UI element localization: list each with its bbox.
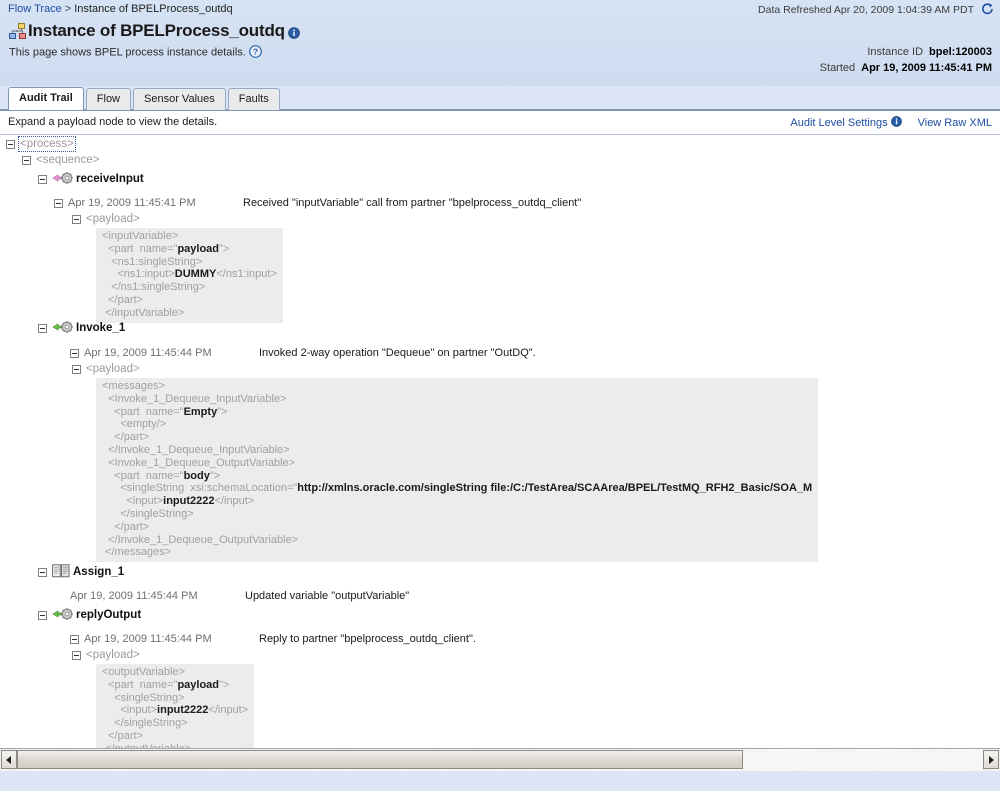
toolbar-hint: Expand a payload node to view the detail… — [8, 116, 218, 128]
tree-node-activity-replyoutput[interactable]: replyOutput — [38, 608, 141, 622]
svg-text:?: ? — [253, 47, 258, 57]
arrow-right-icon — [989, 755, 994, 764]
tree-node-event-assign-1: Apr 19, 2009 11:45:44 PM Updated variable… — [70, 590, 409, 602]
tree-node-event-replyoutput[interactable]: Apr 19, 2009 11:45:44 PM Reply to partner… — [70, 633, 476, 645]
tree-node-activity-assign-1[interactable]: Assign_1 — [38, 564, 125, 579]
tree-node-sequence[interactable]: <sequence> — [22, 154, 99, 166]
tab-audit-trail[interactable]: Audit Trail — [8, 87, 84, 110]
audit-level-settings-link[interactable]: Audit Level Settings — [790, 117, 887, 129]
page-subtitle: This page shows BPEL process instance de… — [9, 45, 262, 59]
tree-node-payload-receiveinput[interactable]: <payload> — [72, 213, 140, 225]
arrow-left-icon — [6, 755, 11, 764]
payload-tag-label: <payload> — [86, 363, 140, 376]
footer-strip — [0, 771, 1000, 791]
activity-label: Invoke_1 — [76, 322, 126, 334]
collapse-toggle-icon[interactable] — [22, 155, 31, 165]
collapse-toggle-icon[interactable] — [72, 364, 81, 374]
payload-xml-text: <outputVariable> <part name="payload"> <… — [102, 666, 249, 748]
breadcrumb-separator: > — [64, 3, 72, 15]
collapse-toggle-icon[interactable] — [38, 323, 47, 333]
info-icon[interactable] — [890, 116, 902, 127]
tree-node-payload-replyoutput[interactable]: <payload> — [72, 649, 140, 661]
refresh-icon[interactable] — [980, 2, 994, 16]
collapse-toggle-icon[interactable] — [70, 348, 79, 358]
collapse-toggle-icon[interactable] — [72, 214, 81, 224]
assign-activity-icon — [52, 564, 70, 578]
collapse-toggle-icon[interactable] — [38, 610, 47, 620]
tree-node-process[interactable]: <process> — [6, 136, 76, 153]
payload-xml-text: <inputVariable> <part name="payload"> <n… — [102, 230, 277, 319]
tab-bar: Audit Trail Flow Sensor Values Faults — [0, 86, 1000, 110]
page-subtitle-text: This page shows BPEL process instance de… — [9, 46, 246, 59]
payload-content-receiveinput: <inputVariable> <part name="payload"> <n… — [96, 227, 283, 323]
view-raw-xml-link[interactable]: View Raw XML — [918, 117, 992, 129]
payload-xml: <inputVariable> <part name="payload"> <n… — [96, 228, 283, 323]
scroll-left-button[interactable] — [1, 750, 17, 769]
scroll-right-button[interactable] — [983, 750, 999, 769]
activity-label: receiveInput — [76, 173, 144, 185]
collapse-toggle-icon[interactable] — [38, 567, 47, 577]
toolbar-links: Audit Level Settings View Raw XML — [790, 116, 992, 129]
help-icon[interactable]: ? — [248, 45, 262, 58]
payload-content-replyoutput: <outputVariable> <part name="payload"> <… — [96, 663, 255, 748]
event-message: Received "inputVariable" call from partn… — [243, 197, 582, 210]
tree-node-event-receiveinput[interactable]: Apr 19, 2009 11:45:41 PM Received "inputV… — [54, 197, 581, 209]
payload-content-invoke-1: <messages> <Invoke_1_Dequeue_InputVariab… — [96, 377, 1000, 563]
event-timestamp: Apr 19, 2009 11:45:44 PM — [84, 347, 212, 360]
tree-node-payload-invoke-1[interactable]: <payload> — [72, 363, 140, 375]
invoke-activity-icon — [52, 320, 74, 334]
instance-id-value: bpel:120003 — [929, 46, 992, 58]
content-panel: Expand a payload node to view the detail… — [0, 110, 1000, 771]
tree-node-activity-invoke-1[interactable]: Invoke_1 — [38, 321, 125, 335]
page-title: Instance of BPELProcess_outdq — [28, 21, 285, 40]
activity-label: Assign_1 — [73, 566, 125, 578]
payload-xml: <outputVariable> <part name="payload"> <… — [96, 664, 255, 748]
event-message: Reply to partner "bpelprocess_outdq_clie… — [259, 633, 476, 646]
page-header: Flow Trace > Instance of BPELProcess_outdq… — [0, 0, 1000, 86]
info-icon[interactable] — [288, 27, 300, 39]
payload-tag-label: <payload> — [86, 213, 140, 226]
tab-list: Audit Trail Flow Sensor Values Faults — [8, 87, 280, 110]
payload-xml-text: <messages> <Invoke_1_Dequeue_InputVariab… — [102, 380, 813, 559]
instance-meta: Instance ID bpel:120003 Started Apr 19, 20… — [820, 44, 992, 76]
started-row: Started Apr 19, 2009 11:45:41 PM — [820, 60, 992, 76]
page-root: Flow Trace > Instance of BPELProcess_outdq… — [0, 0, 1000, 791]
instance-id-row: Instance ID bpel:120003 — [820, 44, 992, 60]
tab-sensor-values[interactable]: Sensor Values — [133, 88, 226, 110]
horizontal-scrollbar[interactable] — [0, 748, 1000, 771]
collapse-toggle-icon[interactable] — [70, 634, 79, 644]
collapse-toggle-icon[interactable] — [6, 139, 15, 149]
process-tag-label: <process> — [18, 136, 76, 153]
tree-node-activity-receiveinput[interactable]: receiveInput — [38, 172, 144, 186]
scrollbar-thumb[interactable] — [17, 750, 743, 769]
bpel-instance-icon — [8, 22, 28, 42]
page-title-row: Instance of BPELProcess_outdq — [8, 21, 300, 41]
started-label: Started — [819, 62, 856, 74]
audit-trail-tree: <process> <sequence> receiveInput Apr 19… — [0, 135, 1000, 748]
tab-flow[interactable]: Flow — [85, 88, 132, 110]
breadcrumb-current: Instance of BPELProcess_outdq — [74, 3, 233, 15]
event-message: Updated variable "outputVariable" — [245, 590, 410, 603]
breadcrumb: Flow Trace > Instance of BPELProcess_outdq — [8, 3, 233, 15]
payload-tag-label: <payload> — [86, 649, 140, 662]
event-timestamp: Apr 19, 2009 11:45:41 PM — [68, 197, 196, 210]
collapse-toggle-icon[interactable] — [54, 198, 63, 208]
sequence-tag-label: <sequence> — [36, 154, 100, 167]
started-value: Apr 19, 2009 11:45:41 PM — [861, 62, 992, 74]
breadcrumb-link-flow-trace[interactable]: Flow Trace — [8, 3, 62, 15]
data-refreshed-text: Data Refreshed Apr 20, 2009 1:04:39 AM P… — [758, 4, 974, 16]
collapse-toggle-icon[interactable] — [72, 650, 81, 660]
event-timestamp: Apr 19, 2009 11:45:44 PM — [84, 633, 212, 646]
event-timestamp: Apr 19, 2009 11:45:44 PM — [70, 590, 198, 603]
tab-faults[interactable]: Faults — [227, 88, 280, 110]
instance-id-label: Instance ID — [867, 46, 924, 58]
event-message: Invoked 2-way operation "Dequeue" on par… — [259, 347, 536, 360]
payload-xml: <messages> <Invoke_1_Dequeue_InputVariab… — [96, 378, 819, 563]
collapse-toggle-icon[interactable] — [38, 174, 47, 184]
audit-toolbar: Expand a payload node to view the detail… — [0, 111, 1000, 135]
tree-node-event-invoke-1[interactable]: Apr 19, 2009 11:45:44 PM Invoked 2-way op… — [70, 347, 536, 359]
receive-activity-icon — [52, 171, 74, 185]
activity-label: replyOutput — [76, 609, 142, 621]
reply-activity-icon — [52, 607, 74, 621]
